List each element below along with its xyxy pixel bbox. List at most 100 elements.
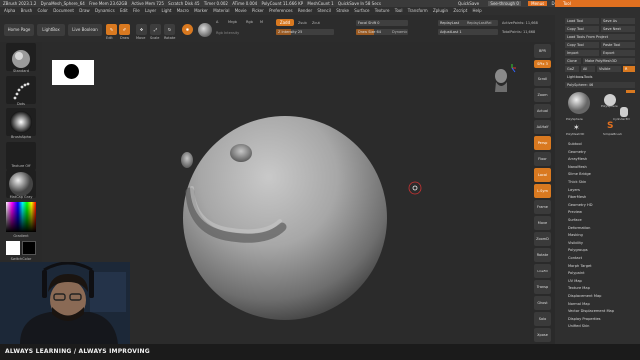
main-color-swatch[interactable] [6, 241, 20, 255]
alpha-thumbnail[interactable] [6, 108, 36, 136]
menu-preferences[interactable]: Preferences [269, 8, 293, 13]
menu-surface[interactable]: Surface [354, 8, 369, 13]
menu-color[interactable]: Color [37, 8, 47, 13]
export-button[interactable]: Export [601, 50, 635, 56]
menu-edit[interactable]: Edit [120, 8, 128, 13]
frame-button[interactable]: Frame [534, 200, 551, 214]
scale-tool-button[interactable]: ⤢ [150, 24, 161, 35]
transp-button[interactable]: Transp [534, 280, 551, 294]
subpalette-thick-skin[interactable]: Thick Skin [568, 179, 586, 187]
polymesh3d-star-icon[interactable]: ✶ [573, 123, 580, 132]
subpalette-surface[interactable]: Surface [568, 217, 582, 225]
zcut-button[interactable]: Zcut [312, 21, 320, 25]
make-polymesh3d-button[interactable]: Make PolyMesh3D [583, 58, 635, 64]
import-button[interactable]: Import [565, 50, 599, 56]
goz-r-button[interactable]: R [623, 66, 635, 72]
menu-movie[interactable]: Movie [235, 8, 247, 13]
subpalette-uv-map[interactable]: UV Map [568, 278, 582, 286]
menu-texture[interactable]: Texture [375, 8, 390, 13]
home-page-button[interactable]: Home Page [4, 24, 34, 36]
goz-all-button[interactable]: All [581, 66, 595, 72]
menu-macro[interactable]: Macro [177, 8, 189, 13]
material-thumbnail[interactable] [6, 170, 36, 198]
menu-brush[interactable]: Brush [21, 8, 33, 13]
zoom-button[interactable]: Zoom [534, 88, 551, 102]
subpalette-normal-map[interactable]: Normal Map [568, 301, 590, 309]
live-boolean-button[interactable]: Live Boolean [68, 24, 102, 36]
subpalette-vector-displacement-map[interactable]: Vector Displacement Map [568, 308, 614, 316]
z-intensity-slider[interactable]: Z Intensity 25 [276, 29, 334, 35]
current-tool-slider[interactable]: PolySphere: 46 [565, 82, 635, 88]
save-next-button[interactable]: Save Next [601, 26, 635, 32]
mrgb-button[interactable]: Mrgb [228, 20, 237, 24]
spix-slider[interactable]: SPix 3 [534, 60, 551, 68]
ghost-button[interactable]: Ghost [534, 296, 551, 310]
subpalette-nanomesh[interactable]: NanoMesh [568, 164, 587, 172]
gizmo-button[interactable]: ✺ [182, 24, 193, 35]
quicksave-button[interactable]: QuickSave [458, 1, 479, 6]
goz-button[interactable]: GoZ [565, 66, 579, 72]
move-view-button[interactable]: Move [534, 216, 551, 230]
menu-picker[interactable]: Picker [252, 8, 264, 13]
bpr-button[interactable]: BPR [534, 44, 551, 58]
polyf-button[interactable]: LineFill PolyF [534, 264, 551, 287]
clone-button[interactable]: Clone [565, 58, 581, 64]
lsym-button[interactable]: L.Sym [534, 184, 551, 198]
menu-tool[interactable]: Tool [395, 8, 403, 13]
secondary-color-swatch[interactable] [22, 241, 36, 255]
subpalette-slime-bridge[interactable]: Slime Bridge [568, 171, 591, 179]
draw-tool-button[interactable]: ✐ [119, 24, 130, 35]
move-tool-button[interactable]: ✥ [136, 24, 147, 35]
subpalette-preview[interactable]: Preview [568, 209, 582, 217]
menu-stencil[interactable]: Stencil [317, 8, 331, 13]
copy-tool-button-1[interactable]: Copy Tool [565, 26, 599, 32]
see-through-slider[interactable]: See-through 0 [488, 1, 521, 6]
scroll-button[interactable]: Scroll [534, 72, 551, 86]
menu-file[interactable]: File [133, 8, 140, 13]
subpalette-subtool[interactable]: Subtool [568, 141, 582, 149]
subpalette-deformation[interactable]: Deformation [568, 225, 590, 233]
rotate-tool-button[interactable]: ↻ [164, 24, 175, 35]
tool-thumb-cylinder3d[interactable] [617, 104, 631, 118]
floor-button[interactable]: Floor [534, 152, 551, 166]
rgb-button[interactable]: Rgb [246, 20, 253, 24]
subpalette-masking[interactable]: Masking [568, 232, 583, 240]
xpose-button[interactable]: Xpose [534, 328, 551, 342]
load-tools-from-project-button[interactable]: Load Tools From Project [565, 34, 635, 40]
subpalette-fibermesh[interactable]: FiberMesh [568, 194, 586, 202]
rotate-view-button[interactable]: Rotate [534, 248, 551, 262]
a-toggle[interactable]: A [216, 20, 218, 24]
subpalette-geometry[interactable]: Geometry [568, 149, 586, 157]
subpalette-visibility[interactable]: Visibility [568, 240, 583, 248]
menus-button[interactable]: Menus [528, 1, 548, 6]
menu-light[interactable]: Light [161, 8, 171, 13]
subpalette-texture-map[interactable]: Texture Map [568, 285, 590, 293]
menu-render[interactable]: Render [298, 8, 312, 13]
copy-tool-button-2[interactable]: Copy Tool [565, 42, 599, 48]
subpalette-morph-target[interactable]: Morph Target [568, 263, 592, 271]
local-button[interactable]: Local [534, 168, 551, 182]
menu-marker[interactable]: Marker [194, 8, 208, 13]
subpalette-display-properties[interactable]: Display Properties [568, 316, 601, 324]
subpalette-layers[interactable]: Layers [568, 187, 580, 195]
rgb-intensity-slider[interactable]: Rgb Intensity [216, 31, 239, 35]
lightbox-button[interactable]: LightBox [37, 24, 65, 36]
subpalette-geometry-hd[interactable]: Geometry HD [568, 202, 593, 210]
zsub-button[interactable]: Zsub [298, 21, 307, 25]
adjust-last-slider[interactable]: AdjustLast 1 [438, 29, 498, 35]
save-as-button[interactable]: Save As [601, 18, 635, 24]
navigation-head-gizmo[interactable] [490, 64, 518, 94]
subpalette-polygroups[interactable]: Polygroups [568, 247, 588, 255]
menu-draw[interactable]: Draw [79, 8, 89, 13]
load-tool-button[interactable]: Load Tool [565, 18, 599, 24]
subpalette-displacement-map[interactable]: Displacement Map [568, 293, 601, 301]
solo-button[interactable]: Solo [534, 312, 551, 326]
persp-button[interactable]: Persp [534, 136, 551, 150]
brush-thumbnail[interactable] [6, 43, 36, 71]
zoomd-button[interactable]: ZoomD [534, 232, 551, 246]
menu-help[interactable]: Help [473, 8, 482, 13]
focal-shift-slider[interactable]: Focal Shift 0 [356, 20, 408, 26]
lightbox-tools-button[interactable]: Lightbox▸Tools [565, 74, 635, 80]
zadd-button[interactable]: Zadd [276, 19, 294, 26]
menu-layer[interactable]: Layer [145, 8, 156, 13]
